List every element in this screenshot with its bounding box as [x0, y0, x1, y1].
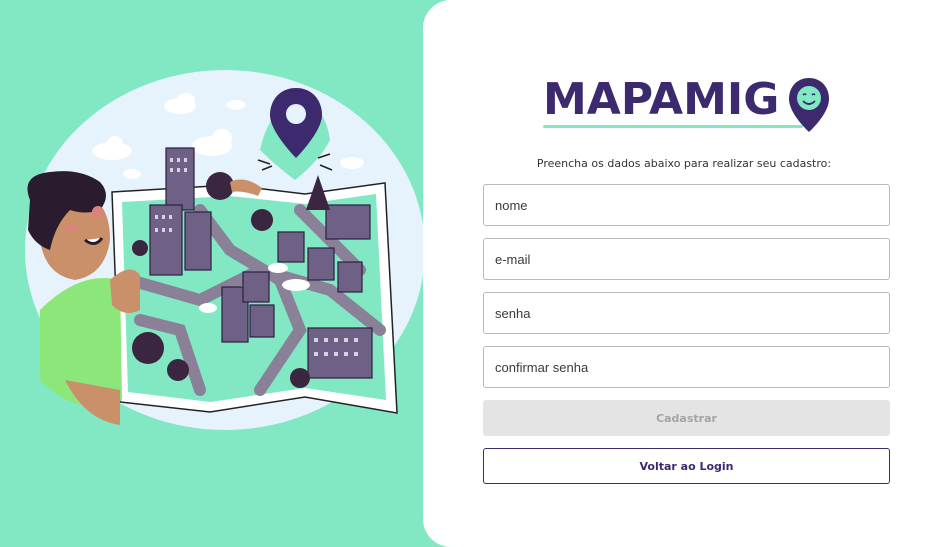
logo-text: MAPAMIG	[543, 74, 780, 125]
illustration-panel	[0, 0, 440, 547]
city-map-illustration	[25, 70, 425, 430]
name-field[interactable]	[483, 184, 890, 226]
email-field[interactable]	[483, 238, 890, 280]
form-subtitle: Preencha os dados abaixo para realizar s…	[536, 157, 832, 170]
signup-button[interactable]: Cadastrar	[483, 400, 890, 436]
smiling-pin-icon	[789, 78, 829, 132]
confirm-password-field[interactable]	[483, 346, 890, 388]
signup-panel: MAPAMIG Preencha os dados abaixo para re…	[423, 0, 945, 547]
back-to-login-button[interactable]: Voltar ao Login	[483, 448, 890, 484]
logo-underline	[543, 125, 803, 128]
password-field[interactable]	[483, 292, 890, 334]
brand-logo: MAPAMIG	[543, 74, 833, 134]
